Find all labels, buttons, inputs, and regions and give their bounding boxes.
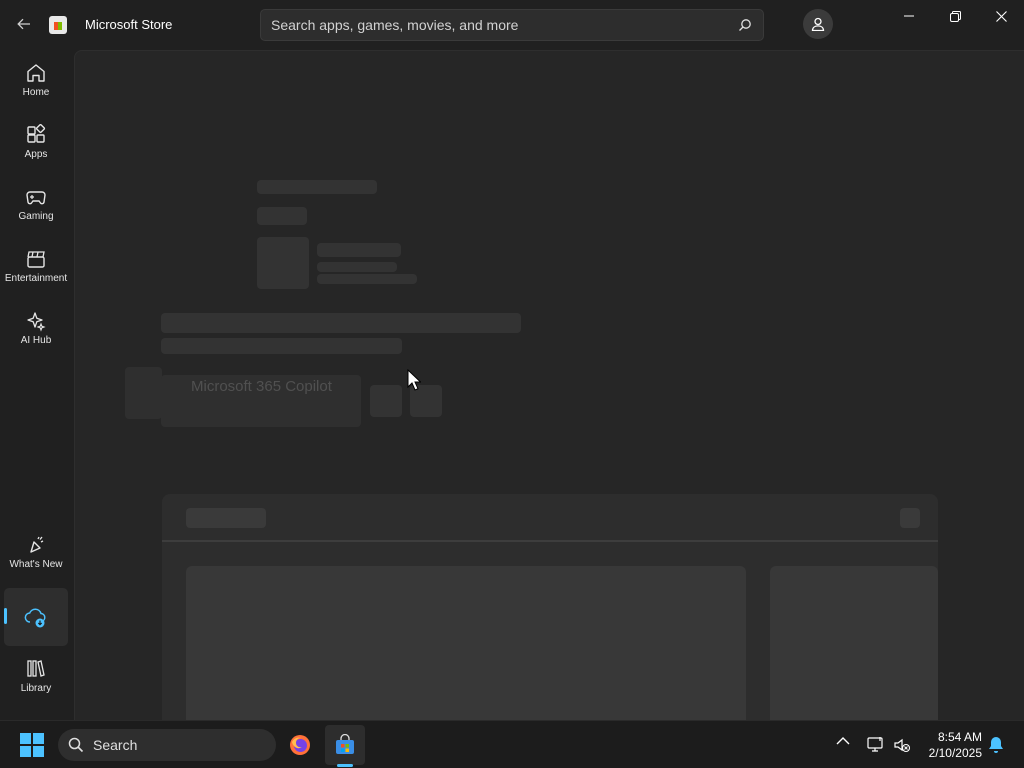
taskbar: Search 8:54 AM 2/10/2025 (0, 720, 1024, 768)
minimize-button[interactable] (886, 0, 932, 32)
mouse-cursor-icon (407, 369, 421, 391)
close-button[interactable] (978, 0, 1024, 32)
search-icon[interactable] (738, 18, 752, 32)
sidebar-item-label: Library (20, 683, 52, 694)
ai-hub-icon (27, 312, 46, 332)
clock-date: 2/10/2025 (928, 746, 982, 760)
account-button[interactable] (803, 9, 833, 39)
skeleton-subtitle (257, 207, 307, 225)
network-icon[interactable] (867, 736, 885, 754)
sidebar-item-home[interactable]: Home (4, 54, 68, 112)
sidebar-item-gaming[interactable]: Gaming (4, 178, 68, 236)
back-button[interactable] (12, 12, 36, 36)
sidebar-item-label: Apps (24, 149, 48, 160)
sidebar-item-whats-new[interactable]: What's New (4, 526, 68, 584)
running-app-indicator (337, 764, 353, 767)
home-icon (27, 64, 45, 82)
clock-time: 8:54 AM (937, 730, 982, 744)
ghost-app-title: Microsoft 365 Copilot (191, 378, 332, 395)
sidebar-item-label: What's New (9, 559, 63, 570)
skeleton-action-button (370, 385, 402, 417)
taskbar-microsoft-store[interactable] (325, 725, 365, 765)
search-input[interactable] (271, 17, 711, 33)
skeleton-app-icon (257, 237, 309, 289)
taskbar-firefox[interactable] (280, 725, 320, 765)
search-icon (68, 737, 84, 753)
entertainment-icon (27, 251, 45, 268)
sidebar-item-label: Entertainment (4, 273, 68, 284)
restore-icon (949, 10, 961, 22)
panel-divider (162, 540, 938, 542)
navigation-sidebar: Home Apps Gaming Entertainment AI Hub Wh… (0, 50, 72, 720)
start-button[interactable] (20, 733, 44, 757)
apps-icon (27, 124, 46, 143)
skeleton-app-publisher (317, 262, 397, 272)
skeleton-card-edge (125, 367, 162, 419)
skeleton-app-rating (317, 274, 417, 284)
close-icon (995, 10, 1007, 22)
taskbar-search-label: Search (93, 737, 138, 753)
sidebar-item-label: AI Hub (20, 335, 52, 346)
taskbar-search[interactable]: Search (58, 729, 276, 761)
user-icon (811, 17, 825, 31)
skeleton-panel (162, 494, 938, 720)
search-box[interactable] (260, 9, 764, 41)
app-title: Microsoft Store (85, 17, 173, 32)
skeleton-app-name (317, 243, 401, 257)
minimize-icon (904, 15, 914, 17)
sidebar-item-apps[interactable]: Apps (4, 116, 68, 174)
skeleton-title (257, 180, 377, 194)
sidebar-item-downloads[interactable] (4, 588, 68, 646)
skeleton-description-line (161, 313, 521, 333)
store-logo-icon (49, 16, 67, 34)
sidebar-item-label: Gaming (18, 211, 54, 222)
whats-new-icon (30, 536, 44, 553)
skeleton-panel-button (900, 508, 920, 528)
sidebar-item-ai-hub[interactable]: AI Hub (4, 302, 68, 360)
sidebar-item-entertainment[interactable]: Entertainment (4, 240, 68, 298)
gaming-icon (26, 191, 46, 205)
sidebar-item-label: Home (22, 87, 50, 98)
library-icon (27, 660, 45, 677)
firefox-icon (290, 735, 310, 755)
skeleton-screenshot (770, 566, 938, 720)
sidebar-item-library[interactable]: Library (4, 650, 68, 708)
skeleton-screenshot (186, 566, 746, 720)
notification-bell-icon[interactable] (988, 736, 1004, 754)
store-icon (336, 734, 354, 754)
restore-button[interactable] (932, 0, 978, 32)
downloads-icon (24, 608, 46, 628)
skeleton-panel-title (186, 508, 266, 528)
volume-muted-icon[interactable] (893, 736, 911, 754)
active-indicator (4, 608, 7, 624)
chevron-up-icon[interactable] (836, 736, 850, 746)
title-bar: Microsoft Store (0, 0, 1024, 50)
main-content: Microsoft 365 Copilot (74, 50, 1024, 720)
windows-logo-icon (20, 733, 44, 757)
skeleton-description-line (161, 338, 402, 354)
arrow-left-icon (17, 18, 30, 30)
system-clock[interactable]: 8:54 AM 2/10/2025 (922, 729, 982, 761)
